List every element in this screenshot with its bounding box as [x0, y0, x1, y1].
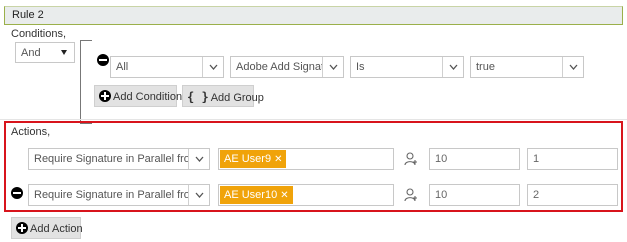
conditions-operator-select[interactable]: And	[15, 42, 75, 63]
chevron-down-icon	[202, 57, 223, 77]
action-type-value: Require Signature in Parallel from	[34, 189, 200, 201]
actions-label: Actions,	[11, 126, 51, 138]
condition-group-bracket	[80, 40, 92, 124]
condition-scope-value: All	[116, 61, 129, 73]
chevron-down-icon	[53, 43, 74, 62]
plus-circle-icon	[16, 222, 28, 234]
conditions-operator-value: And	[21, 47, 41, 59]
section-divider	[0, 119, 627, 120]
chevron-down-icon	[188, 185, 209, 205]
condition-value-select[interactable]: true	[470, 56, 584, 78]
remove-action-icon[interactable]	[11, 187, 23, 199]
add-action-label: Add Action	[30, 223, 83, 235]
user-lookup-icon[interactable]	[404, 188, 418, 202]
tag-remove-icon[interactable]: ✕	[274, 154, 282, 165]
action-users-input[interactable]: AE User10 ✕	[218, 184, 394, 206]
chevron-down-icon	[442, 57, 463, 77]
add-group-label: Add Group	[210, 92, 264, 104]
chevron-down-icon	[562, 57, 583, 77]
action-type-value: Require Signature in Parallel from	[34, 153, 200, 165]
user-tag: AE User9 ✕	[220, 150, 287, 168]
add-condition-button[interactable]: Add Condition	[94, 85, 182, 107]
action-value2-input[interactable]: 2	[527, 184, 618, 206]
user-tag-label: AE User9	[224, 153, 272, 165]
condition-comparator-select[interactable]: Is	[350, 56, 464, 78]
action-value1: 10	[435, 153, 448, 165]
action-value1-input[interactable]: 10	[429, 148, 520, 170]
condition-field-select[interactable]: Adobe Add Signature	[230, 56, 344, 78]
add-group-button[interactable]: { } Add Group	[182, 85, 264, 107]
condition-value-value: true	[476, 61, 495, 73]
rule-header[interactable]: Rule 2	[4, 6, 623, 25]
braces-icon: { }	[187, 90, 209, 104]
user-tag: AE User10 ✕	[220, 186, 293, 204]
action-value2-input[interactable]: 1	[527, 148, 618, 170]
rule-title: Rule 2	[12, 9, 44, 21]
action-value2: 1	[533, 153, 540, 165]
add-action-button[interactable]: Add Action	[11, 217, 83, 239]
plus-circle-icon	[99, 90, 111, 102]
user-lookup-icon[interactable]	[404, 152, 418, 166]
chevron-down-icon	[188, 149, 209, 169]
action-value2: 2	[533, 189, 540, 201]
user-tag-label: AE User10	[224, 189, 278, 201]
chevron-down-icon	[322, 57, 343, 77]
action-value1: 10	[435, 189, 448, 201]
tag-remove-icon[interactable]: ✕	[280, 190, 288, 201]
action-type-select[interactable]: Require Signature in Parallel from	[28, 148, 210, 170]
action-type-select[interactable]: Require Signature in Parallel from	[28, 184, 210, 206]
condition-scope-select[interactable]: All	[110, 56, 224, 78]
conditions-label: Conditions,	[11, 28, 67, 40]
action-value1-input[interactable]: 10	[429, 184, 520, 206]
remove-condition-group-icon[interactable]	[97, 54, 109, 66]
action-users-input[interactable]: AE User9 ✕	[218, 148, 394, 170]
condition-comparator-value: Is	[356, 61, 365, 73]
add-condition-label: Add Condition	[113, 91, 183, 103]
